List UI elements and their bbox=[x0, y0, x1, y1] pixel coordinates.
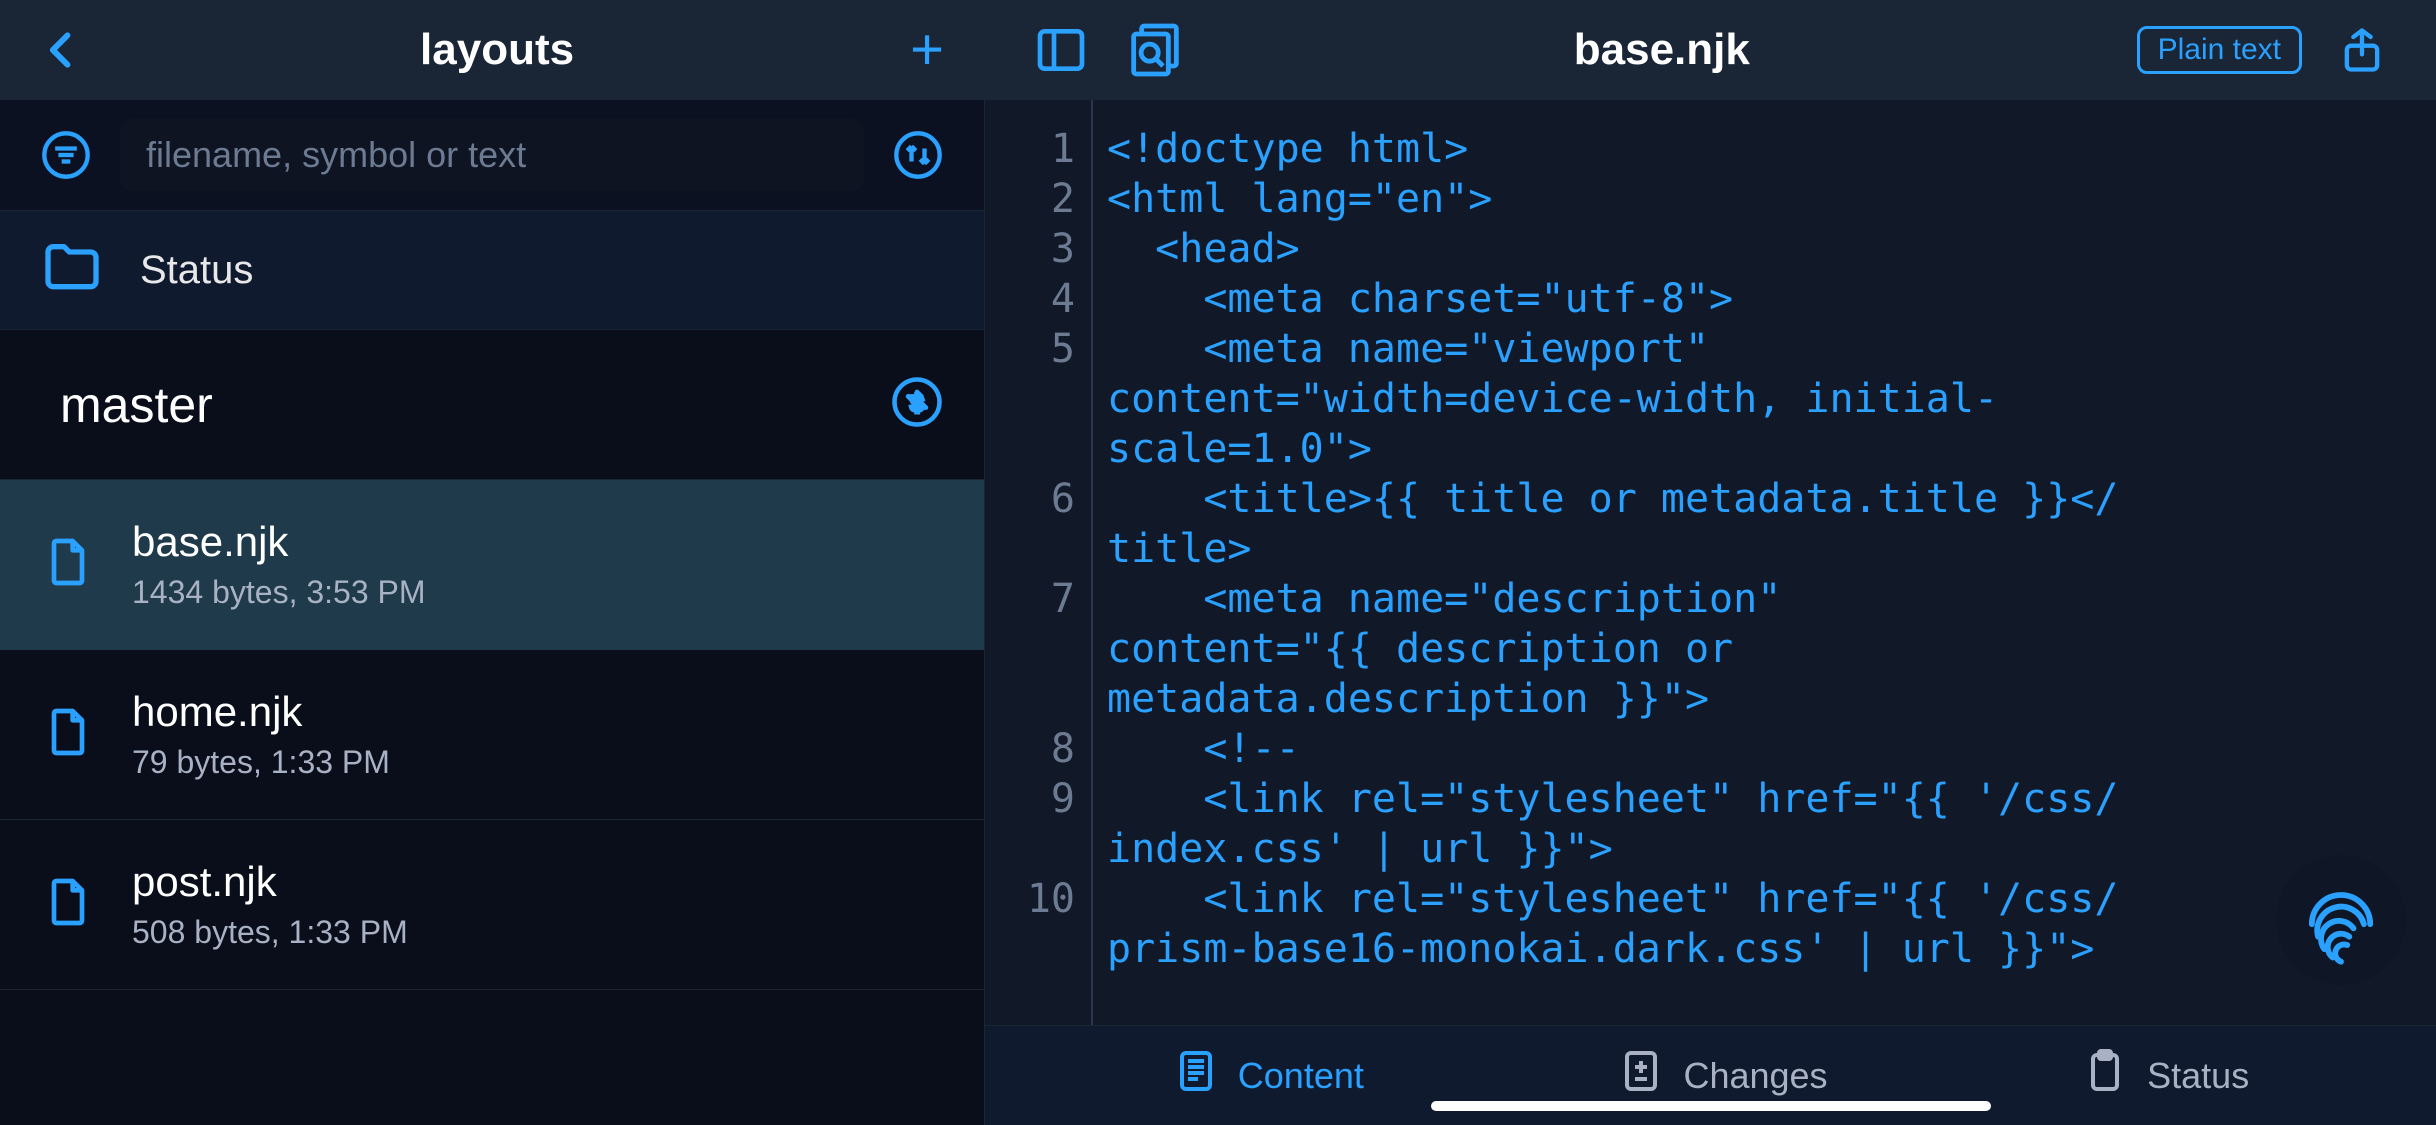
file-name: post.njk bbox=[132, 858, 408, 906]
content-icon bbox=[1172, 1047, 1220, 1104]
sync-icon[interactable] bbox=[892, 129, 944, 181]
file-name: home.njk bbox=[132, 688, 390, 736]
tab-changes[interactable]: Changes bbox=[1617, 1047, 1827, 1104]
file-list: base.njk 1434 bytes, 3:53 PM home.njk 79 by… bbox=[0, 480, 984, 1125]
branch-name: master bbox=[60, 376, 213, 434]
file-browser-panel: layouts + Status master $ base.njk 1434 b… bbox=[0, 0, 985, 1125]
search-bar bbox=[0, 100, 984, 210]
svg-text:$: $ bbox=[911, 391, 924, 416]
language-badge[interactable]: Plain text bbox=[2137, 26, 2302, 74]
tab-label: Status bbox=[2147, 1055, 2249, 1097]
code-text[interactable]: <!doctype html><html lang="en"> <head> <… bbox=[1093, 100, 2436, 1025]
status-label: Status bbox=[140, 248, 253, 293]
branch-switch-icon[interactable]: $ bbox=[890, 375, 944, 434]
file-meta: 508 bytes, 1:33 PM bbox=[132, 914, 408, 951]
branch-row[interactable]: master $ bbox=[0, 330, 984, 480]
toggle-sidebar-icon[interactable] bbox=[1033, 22, 1089, 78]
file-icon bbox=[40, 874, 96, 935]
editor-toolbar: base.njk Plain text bbox=[985, 0, 2436, 100]
changes-icon bbox=[1617, 1047, 1665, 1104]
share-icon[interactable] bbox=[2336, 24, 2388, 76]
find-in-files-icon[interactable] bbox=[1123, 18, 1187, 82]
editor-panel: base.njk Plain text 12345678910 <!doctyp… bbox=[985, 0, 2436, 1125]
filter-icon[interactable] bbox=[40, 129, 92, 181]
back-button[interactable] bbox=[40, 28, 84, 72]
tab-label: Content bbox=[1238, 1055, 1364, 1097]
status-icon bbox=[2081, 1047, 2129, 1104]
folder-title: layouts bbox=[420, 25, 574, 75]
editor-filename: base.njk bbox=[1574, 25, 1750, 75]
code-area[interactable]: 12345678910 <!doctype html><html lang="e… bbox=[985, 100, 2436, 1025]
file-item[interactable]: home.njk 79 bytes, 1:33 PM bbox=[0, 650, 984, 820]
file-meta: 79 bytes, 1:33 PM bbox=[132, 744, 390, 781]
home-indicator bbox=[1431, 1101, 1991, 1111]
file-name: base.njk bbox=[132, 518, 426, 566]
tab-content[interactable]: Content bbox=[1172, 1047, 1364, 1104]
add-button[interactable]: + bbox=[910, 21, 944, 79]
nav-bar: layouts + bbox=[0, 0, 984, 100]
tab-label: Changes bbox=[1683, 1055, 1827, 1097]
status-row[interactable]: Status bbox=[0, 210, 984, 330]
touch-id-button[interactable] bbox=[2276, 855, 2406, 985]
tab-status[interactable]: Status bbox=[2081, 1047, 2249, 1104]
folder-icon bbox=[40, 236, 104, 305]
file-meta: 1434 bytes, 3:53 PM bbox=[132, 574, 426, 611]
file-icon bbox=[40, 704, 96, 765]
line-gutter: 12345678910 bbox=[985, 100, 1093, 1025]
file-item[interactable]: post.njk 508 bytes, 1:33 PM bbox=[0, 820, 984, 990]
search-input[interactable] bbox=[120, 119, 864, 191]
file-icon bbox=[40, 534, 96, 595]
file-item[interactable]: base.njk 1434 bytes, 3:53 PM bbox=[0, 480, 984, 650]
